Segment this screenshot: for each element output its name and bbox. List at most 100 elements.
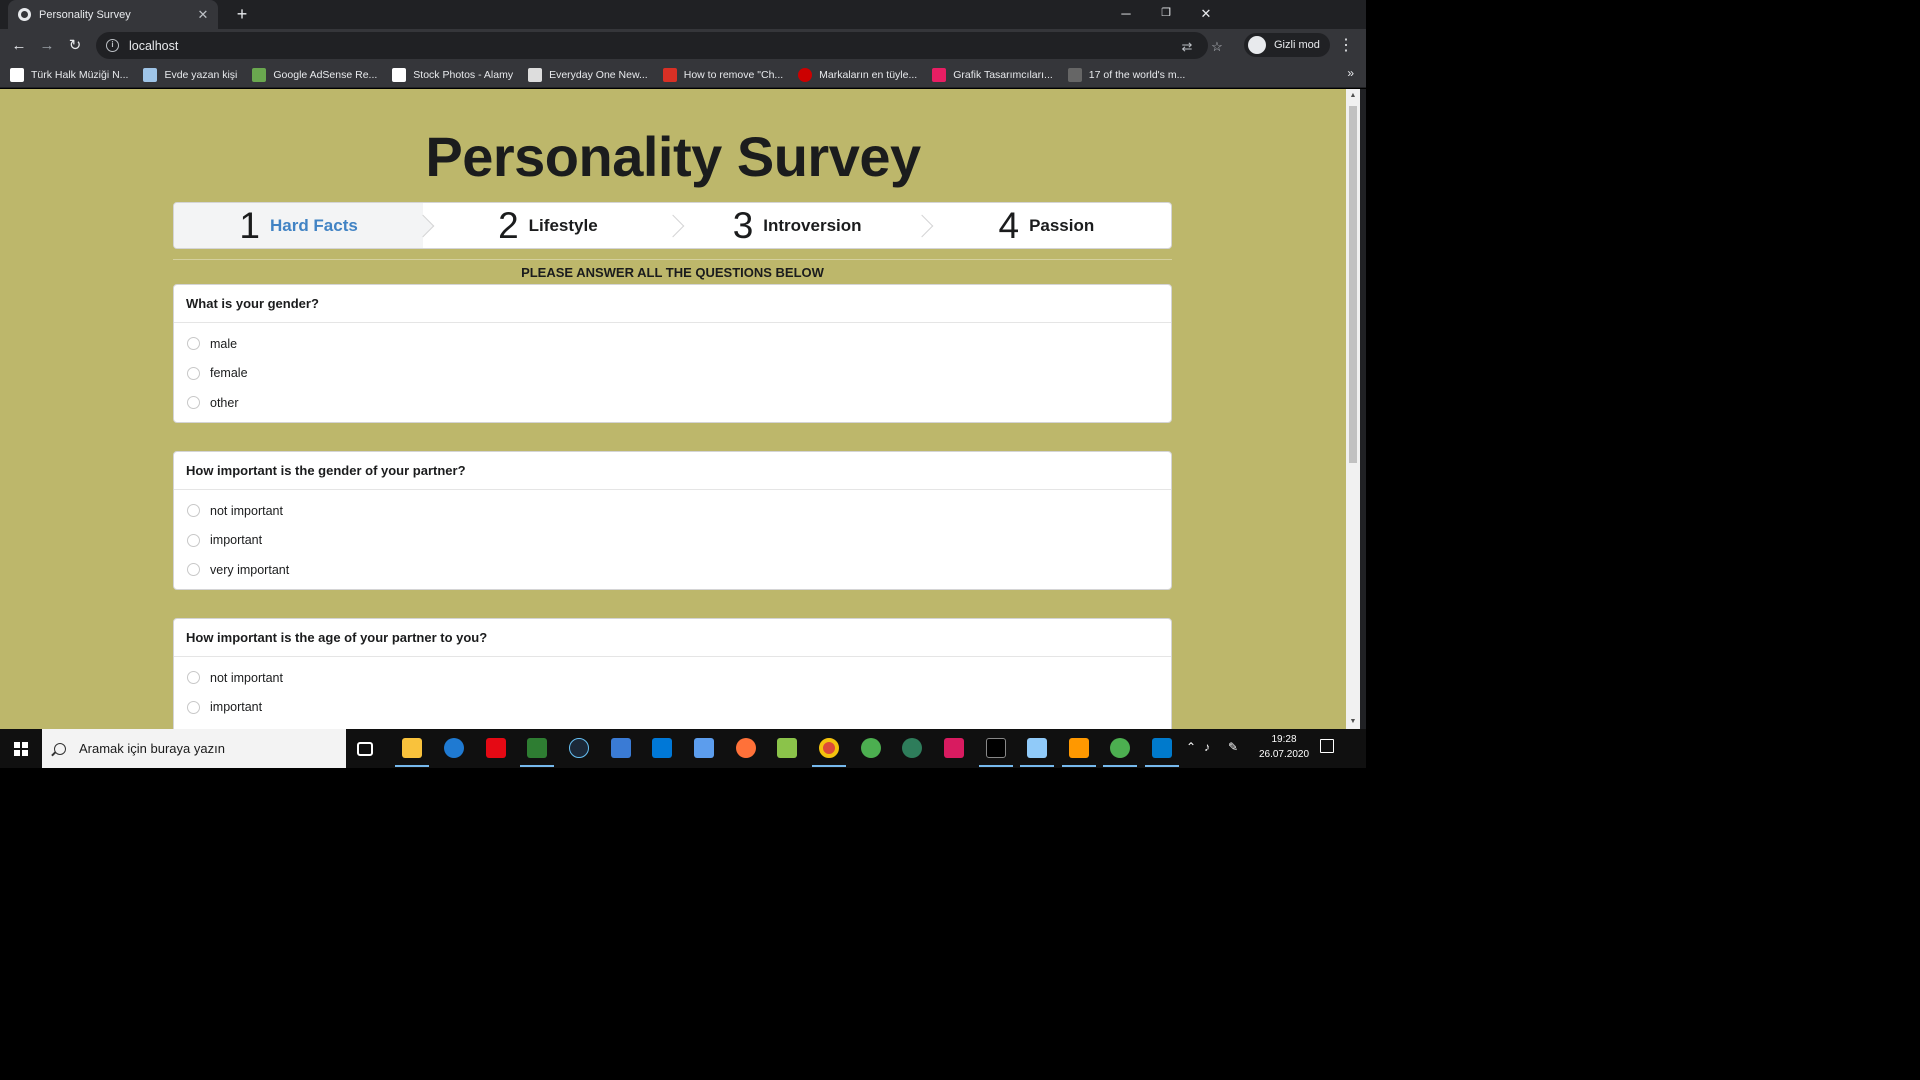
radio-button[interactable] xyxy=(187,396,200,410)
radio-option[interactable]: female xyxy=(186,359,1159,389)
radio-option[interactable]: not important xyxy=(186,496,1159,526)
browser-tab[interactable]: Personality Survey ✕ xyxy=(8,0,218,29)
radio-button[interactable] xyxy=(187,504,200,518)
more-bookmarks-icon[interactable]: » xyxy=(1347,66,1354,80)
scroll-up-icon[interactable]: ▲ xyxy=(1346,89,1360,103)
pen-icon[interactable]: ✎ xyxy=(1228,740,1238,754)
restore-icon[interactable]: ❐ xyxy=(1146,0,1186,29)
clock-time: 19:28 xyxy=(1271,734,1297,745)
taskbar-search[interactable]: Aramak için buraya yazın xyxy=(42,729,346,768)
step-label: Lifestyle xyxy=(528,215,598,235)
bookmark-item[interactable]: 17 of the world's m... xyxy=(1067,67,1185,82)
notification-icon[interactable] xyxy=(1320,739,1334,753)
window-close-icon[interactable]: ✕ xyxy=(1186,0,1226,29)
store-icon[interactable] xyxy=(652,738,672,758)
app-leaf-icon[interactable] xyxy=(1110,738,1130,758)
windows-taskbar: Aramak için buraya yazın ⌃ ♪ ✎ 19:28 26.… xyxy=(0,729,1366,768)
bookmark-item[interactable]: Markaların en tüyle... xyxy=(798,67,917,82)
incognito-badge[interactable]: Gizli mod xyxy=(1244,33,1330,57)
scrollbar-thumb[interactable] xyxy=(1349,106,1357,463)
screen: Personality Survey ✕ + ─ ❐ ✕ ← → ↻ i loc… xyxy=(0,0,1366,768)
bookmark-item[interactable]: Stock Photos - Alamy xyxy=(392,67,513,82)
app-icon[interactable] xyxy=(611,738,631,758)
radio-button[interactable] xyxy=(187,366,200,380)
radio-option[interactable]: important xyxy=(186,526,1159,556)
firefox-icon[interactable] xyxy=(736,738,756,758)
step-introversion[interactable]: 3 Introversion xyxy=(673,203,934,248)
scroll-down-icon[interactable]: ▼ xyxy=(1346,715,1360,729)
radio-button[interactable] xyxy=(187,533,200,547)
step-lifestyle[interactable]: 2 Lifestyle xyxy=(423,203,684,248)
radio-button[interactable] xyxy=(187,337,200,351)
page-title: Personality Survey xyxy=(425,125,921,188)
radio-button[interactable] xyxy=(187,563,200,577)
taskbar-clock[interactable]: 19:28 26.07.2020 xyxy=(1252,732,1316,762)
info-icon[interactable]: i xyxy=(106,39,119,52)
radio-option[interactable]: very important xyxy=(186,555,1159,585)
address-bar[interactable]: i localhost xyxy=(96,32,1208,59)
file-explorer-icon[interactable] xyxy=(402,738,422,758)
question-card: What is your gender? male female other xyxy=(173,284,1172,423)
bookmark-favicon-icon xyxy=(252,67,267,82)
notes-icon[interactable] xyxy=(1027,738,1047,758)
app-leaf-icon[interactable] xyxy=(861,738,881,758)
bookmark-item[interactable]: Grafik Tasarımcıları... xyxy=(932,67,1053,82)
netflix-icon[interactable] xyxy=(486,738,506,758)
bookmarks-bar: Türk Halk Müziği N... Evde yazan kişi Go… xyxy=(0,62,1366,88)
jetbrains-icon[interactable] xyxy=(944,738,964,758)
browser-tab-bar: Personality Survey ✕ + ─ ❐ ✕ xyxy=(0,0,1366,29)
edge-icon[interactable] xyxy=(444,738,464,758)
step-number: 4 xyxy=(998,205,1020,246)
active-indicator xyxy=(812,765,846,767)
translate-icon[interactable]: ⇄ xyxy=(1178,38,1196,56)
radio-option[interactable]: not important xyxy=(186,663,1159,693)
bookmark-item[interactable]: Türk Halk Müziği N... xyxy=(10,67,128,82)
radio-option[interactable]: important xyxy=(186,693,1159,723)
question-text: What is your gender? xyxy=(174,285,1171,323)
back-arrow-icon[interactable]: ← xyxy=(8,35,30,57)
bookmark-item[interactable]: Evde yazan kişi xyxy=(143,67,237,82)
bookmark-item[interactable]: Google AdSense Re... xyxy=(252,67,377,82)
mail-icon[interactable] xyxy=(694,738,714,758)
new-tab-button[interactable]: + xyxy=(232,4,252,24)
window-edge xyxy=(1360,89,1366,729)
active-indicator xyxy=(520,765,554,767)
step-hard-facts[interactable]: 1 Hard Facts xyxy=(174,203,435,248)
minimize-icon[interactable]: ─ xyxy=(1106,0,1146,29)
chrome-icon[interactable] xyxy=(819,738,839,758)
tray-chevron-up-icon[interactable]: ⌃ xyxy=(1186,740,1196,754)
radio-button[interactable] xyxy=(187,671,200,685)
option-label: other xyxy=(210,395,239,410)
clock-date: 26.07.2020 xyxy=(1258,749,1310,760)
reload-icon[interactable]: ↻ xyxy=(64,35,86,57)
lambda-icon[interactable] xyxy=(777,738,797,758)
excel-icon[interactable] xyxy=(527,738,547,758)
bookmark-item[interactable]: Everyday One New... xyxy=(528,67,648,82)
question-options: not important important very important xyxy=(174,490,1171,589)
close-tab-icon[interactable]: ✕ xyxy=(194,7,212,23)
start-button[interactable] xyxy=(0,729,41,768)
task-view-icon[interactable] xyxy=(357,742,373,756)
steam-icon[interactable] xyxy=(569,738,589,758)
question-options: not important important xyxy=(174,657,1171,726)
incognito-label: Gizli mod xyxy=(1274,39,1320,51)
radio-option[interactable]: other xyxy=(186,388,1159,418)
step-label: Introversion xyxy=(763,215,862,235)
terminal-icon[interactable] xyxy=(986,738,1006,758)
step-number: 2 xyxy=(498,205,519,246)
app-pin-icon[interactable] xyxy=(902,738,922,758)
page-scrollbar[interactable]: ▲ ▼ xyxy=(1346,89,1360,729)
bookmark-favicon-icon xyxy=(10,67,24,82)
forward-arrow-icon[interactable]: → xyxy=(36,35,58,57)
step-passion[interactable]: 4 Passion xyxy=(922,203,1171,248)
volume-icon[interactable]: ♪ xyxy=(1204,740,1210,754)
sublime-icon[interactable] xyxy=(1069,738,1089,758)
bookmark-favicon-icon xyxy=(143,67,158,82)
star-icon[interactable]: ☆ xyxy=(1208,38,1226,56)
menu-dots-icon[interactable]: ⋮ xyxy=(1336,35,1356,57)
url-text: localhost xyxy=(129,38,179,53)
vscode-icon[interactable] xyxy=(1152,738,1172,758)
bookmark-item[interactable]: How to remove "Ch... xyxy=(662,67,783,82)
radio-option[interactable]: male xyxy=(186,329,1159,359)
radio-button[interactable] xyxy=(187,700,200,714)
